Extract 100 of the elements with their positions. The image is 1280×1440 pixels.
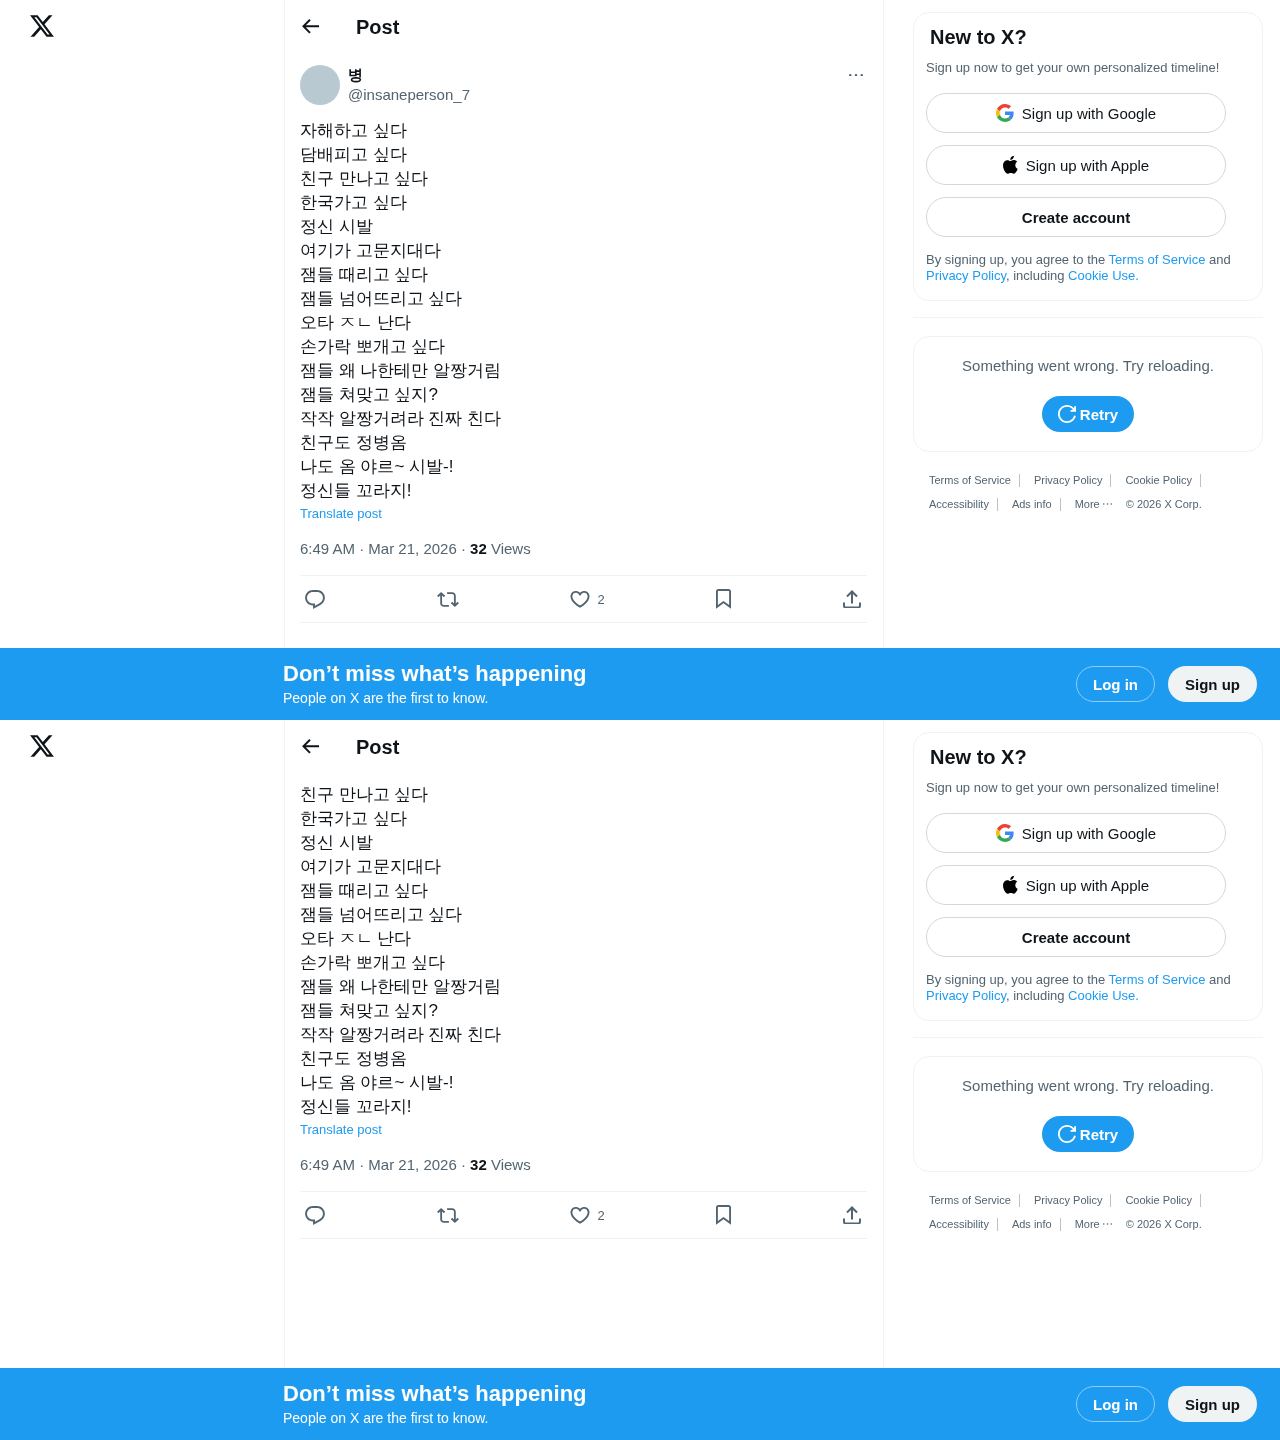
footer-link[interactable]: Privacy Policy [1033,468,1103,492]
share-icon [843,1205,861,1225]
post-text-line: 한국가고 싶다 [300,808,407,830]
signup-button[interactable]: Sign up [1168,666,1257,702]
post-text-line: 자해하고 싶다 [300,120,407,142]
repost-button[interactable] [436,591,459,607]
banner-subtitle: People on X are the first to know. [283,1409,489,1428]
post-text-line: 작작 알짱거려라 진짜 친다 [300,1024,502,1046]
repost-arrows-icon [436,1207,459,1223]
banner-title: Don’t miss what’s happening [283,1380,587,1408]
post-text-line: 잼들 쳐맞고 싶지? [300,1000,438,1022]
page-title: Post [356,14,400,39]
more-button[interactable] [849,73,863,77]
post-text-line: 친구도 정병옴 [300,432,407,454]
error-message: Something went wrong. Try reloading. [962,1076,1214,1096]
post-timestamp: 6:49 AM · Mar 21, 2026 · 32 Views [300,1155,531,1175]
post-text-line: 잼들 왜 나한테만 알짱거림 [300,976,502,998]
google-g-icon [995,824,1014,842]
footer-link[interactable]: Terms of Service [929,1188,1011,1212]
reply-button[interactable] [305,1205,325,1225]
post-text-line: 친구 만나고 싶다 [300,168,429,190]
post-text-line: 손가락 뽀개고 싶다 [300,336,446,358]
post-text-line: 잼들 쳐맞고 싶지? [300,384,438,406]
signup-button[interactable]: Sign up [1168,1386,1257,1422]
post-text-line: 오타 ㅈㄴ 난다 [300,928,412,950]
error-message: Something went wrong. Try reloading. [962,356,1214,376]
banner-subtitle: People on X are the first to know. [283,689,489,708]
bookmark-icon [716,1205,732,1225]
post-text-line: 잼들 때리고 싶다 [300,264,429,286]
post-text-line: 한국가고 싶다 [300,192,407,214]
x-logo-icon[interactable] [30,735,54,757]
like-button[interactable]: 2 [570,1206,605,1224]
post-text-line: 여기가 고문지대다 [300,240,441,262]
share-button[interactable] [843,589,861,609]
footer-link[interactable]: Terms of Service [929,468,1011,492]
like-button[interactable]: 2 [570,590,605,608]
bookmark-button[interactable] [716,1205,732,1225]
post-text-line: 정신들 꼬라지! [300,1096,412,1118]
avatar [300,65,340,105]
refresh-icon [1057,405,1076,423]
create-account-button[interactable]: Create account [926,917,1226,957]
post-timestamp: 6:49 AM · Mar 21, 2026 · 32 Views [300,539,531,559]
post-text-line: 손가락 뽀개고 싶다 [300,952,446,974]
more-dots-icon [849,73,863,77]
x-logo-icon[interactable] [30,15,54,37]
author-handle: @insaneperson_7 [348,85,470,105]
post-text-line: 여기가 고문지대다 [300,856,441,878]
post-text-line: 나도 옴 야르~ 시발-! [300,1072,454,1094]
share-button[interactable] [843,1205,861,1225]
post-text-line: 담배피고 싶다 [300,144,407,166]
back-arrow-icon [301,19,319,34]
footer-link[interactable]: Ads info [1011,1212,1052,1236]
google-signup-button[interactable]: Sign up with Google [926,93,1226,133]
post-text-line: 정신 시발 [300,832,373,854]
apple-logo-icon [1002,156,1018,174]
footer-link[interactable]: Cookie Policy [1125,1188,1193,1212]
post-text-line: 잼들 때리고 싶다 [300,880,429,902]
apple-logo-icon [1002,876,1018,894]
heart-icon [570,1206,591,1224]
signup-card-subtitle: Sign up now to get your own personalized timeline! [926,60,1220,76]
google-g-icon [995,104,1014,122]
post-text-line: 오타 ㅈㄴ 난다 [300,312,412,334]
post-text-line: 잼들 왜 나한테만 알짱거림 [300,360,502,382]
bookmark-icon [716,589,732,609]
post-text-line: 잼들 넘어뜨리고 싶다 [300,288,463,310]
heart-icon [570,590,591,608]
footer-link[interactable]: Accessibility [929,1212,989,1236]
footer-link[interactable]: Cookie Policy [1125,468,1193,492]
page-title: Post [356,734,400,759]
create-account-button[interactable]: Create account [926,197,1226,237]
footer-link[interactable]: Ads info [1011,492,1052,516]
google-signup-button[interactable]: Sign up with Google [926,813,1226,853]
author-name: 병 [348,65,363,85]
repost-button[interactable] [436,1207,459,1223]
back-arrow-icon [301,739,319,754]
post-text-line: 나도 옴 야르~ 시발-! [300,456,454,478]
apple-signup-button[interactable]: Sign up with Apple [926,145,1226,185]
footer-link[interactable]: Privacy Policy [1033,1188,1103,1212]
speech-bubble-icon [305,589,325,609]
post-text-line: 작작 알짱거려라 진짜 친다 [300,408,502,430]
more-link[interactable]: More [1074,1212,1112,1236]
legal-text: By signing up, you agree to the Terms of Service and Privacy Policy, including Cookie Use. [926,972,1232,1004]
legal-text: By signing up, you agree to the Terms of Service and Privacy Policy, including Cookie Use. [926,252,1232,284]
repost-arrows-icon [436,591,459,607]
signup-card-title: New to X? [929,25,1028,49]
post-text-line: 정신들 꼬라지! [300,480,412,502]
copyright-text: © 2026 X Corp. [1125,1217,1202,1232]
signup-card-subtitle: Sign up now to get your own personalized timeline! [926,780,1220,796]
more-link[interactable]: More [1074,492,1112,516]
bookmark-button[interactable] [716,589,732,609]
footer-link[interactable]: Accessibility [929,492,989,516]
reply-button[interactable] [305,589,325,609]
post-text-line: 정신 시발 [300,216,373,238]
share-icon [843,589,861,609]
refresh-icon [1057,1125,1076,1143]
banner-title: Don’t miss what’s happening [283,660,587,688]
apple-signup-button[interactable]: Sign up with Apple [926,865,1226,905]
post-text-line: 친구 만나고 싶다 [300,784,429,806]
copyright-text: © 2026 X Corp. [1125,497,1202,512]
post-text-line: 잼들 넘어뜨리고 싶다 [300,904,463,926]
